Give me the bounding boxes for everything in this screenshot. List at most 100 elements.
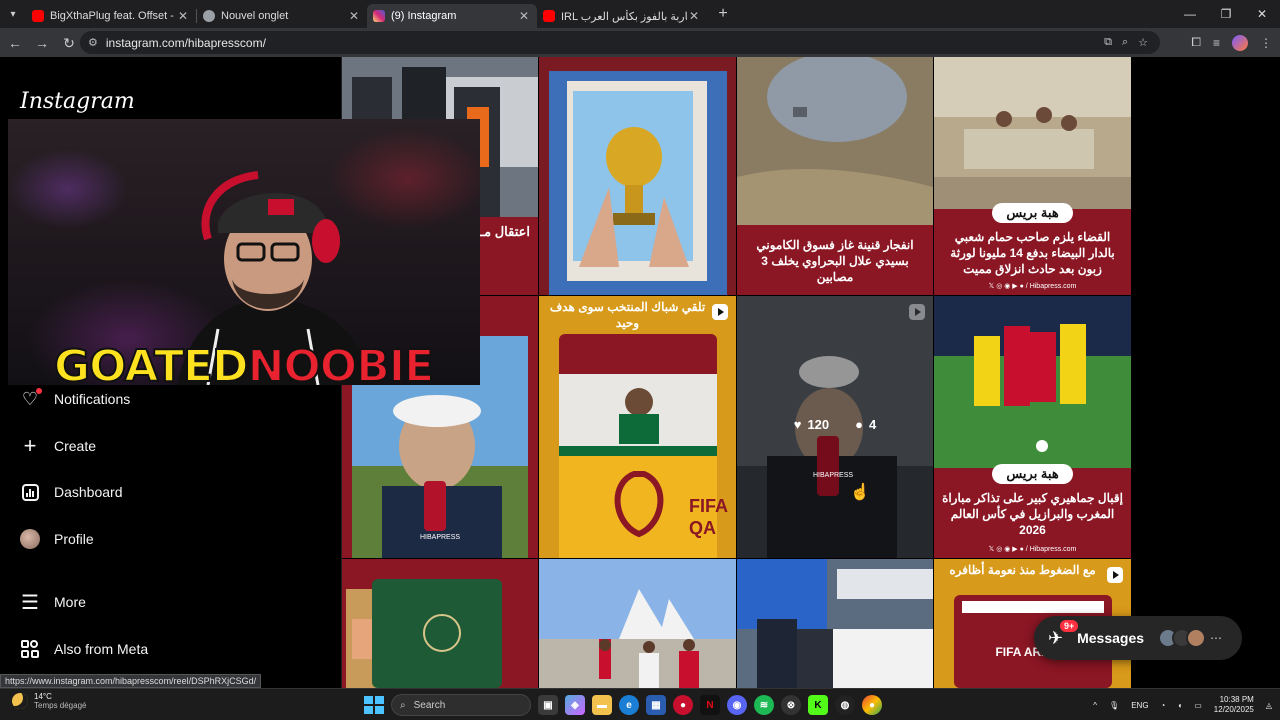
browser-tab-irl[interactable]: IRL ‫المغاربة بالفوز بكأس العرب ✕ [537,4,707,28]
windows-taskbar: 14°C Temps dégagé ⌕ Search ▣ ◈ ▬ e ▦ ● N … [0,688,1280,720]
hibapress-logo: هبة بريس [992,464,1073,484]
chrome-taskbar-icon[interactable]: ● [862,695,882,715]
social-handles: 𝕏 ◎ ◉ ▶ ● / Hibapress.com [988,283,1077,290]
post-tile[interactable] [737,559,933,688]
app-icon-red[interactable]: ● [673,695,693,715]
battery-icon[interactable]: ▭ [1194,701,1202,710]
copilot-icon[interactable]: ◈ [565,695,585,715]
comment-bubble-icon: ● [855,417,864,432]
close-tab-icon[interactable]: ✕ [687,9,701,23]
minimize-icon[interactable]: — [1172,0,1208,28]
menu-kebab-icon[interactable]: ⋮ [1260,36,1272,50]
bookmark-star-icon[interactable]: ☆ [1138,36,1148,49]
window-controls: — ❐ ✕ [1172,0,1280,28]
post-tile[interactable]: انفجار قنينة غاز فسوق الكاموني بسيدي علا… [737,57,933,295]
avatar [1186,628,1207,648]
discord-icon[interactable]: ◉ [727,695,747,715]
network-icon[interactable]: ◔ [1161,701,1166,710]
nav-label: Profile [54,531,94,547]
fifa-wordmark: FIFA [689,496,728,516]
site-info-icon[interactable]: ⚙ [88,36,98,49]
post-tile[interactable]: هبة بريس القضاء يلزم صاحب حمام شعبي بالد… [934,57,1131,295]
microphone-icon[interactable]: 🎙 [1109,701,1119,710]
youtube-icon [543,10,555,22]
gas-bottle-image [737,57,933,225]
tray-chevron-icon[interactable]: ^ [1093,701,1097,710]
nav-dashboard[interactable]: Dashboard [20,477,123,507]
trophy-mural-image [539,57,736,295]
tab-title: BigXthaPlug feat. Offset - Clima [50,10,176,22]
goatednoobie-logo: GOATEDNOOBIE [53,344,435,390]
nav-profile[interactable]: Profile [20,524,94,554]
close-tab-icon[interactable]: ✕ [347,9,361,23]
post-tile[interactable] [342,559,538,688]
store-icon[interactable]: ▦ [646,695,666,715]
browser-tab-new[interactable]: Nouvel onglet ✕ [197,4,367,28]
nav-create[interactable]: + Create [20,431,96,461]
xbox-icon[interactable]: ⊗ [781,695,801,715]
reel-icon [712,304,728,320]
edge-icon[interactable]: e [619,695,639,715]
system-tray: ^ 🎙 ENG ◔ ◖ ▭ 10:38 PM 12/20/2025 ◬ [1093,691,1272,719]
task-view-icon[interactable]: ▣ [538,695,558,715]
post-caption: انفجار قنينة غاز فسوق الكاموني بسيدي علا… [737,225,933,295]
address-bar[interactable]: ⚙ instagram.com/hibapresscom/ ⧉ ⌕ ☆ [80,31,1160,54]
reading-list-icon[interactable]: ≡ [1213,36,1220,50]
nav-also-from-meta[interactable]: Also from Meta [20,634,148,664]
hamburger-menu-icon: ☰ [21,591,39,614]
browser-tab-youtube[interactable]: BigXthaPlug feat. Offset - Clima ✕ [26,4,196,28]
social-handles: 𝕏 ◎ ◉ ▶ ● / Hibapress.com [988,546,1077,553]
clock[interactable]: 10:38 PM 12/20/2025 [1214,695,1254,716]
post-tile-hovered[interactable]: ♥ 120 ● 4 HIBAPRESS [737,296,933,558]
spotify-icon[interactable]: ≋ [754,695,774,715]
messages-button[interactable]: ✈ 9+ Messages ⋯ [1034,616,1242,660]
more-dots-icon[interactable]: ⋯ [1210,631,1222,645]
close-window-icon[interactable]: ✕ [1244,0,1280,28]
post-tile[interactable]: تلقي شباك المنتخب سوى هدف وحيد FIFA QA [539,296,736,558]
likes-count: 120 [807,417,830,432]
mic-label: HIBAPRESS [420,534,461,541]
forward-arrow-icon[interactable]: → [30,31,54,55]
netflix-icon[interactable]: N [700,695,720,715]
mic-label: HIBAPRESS [813,472,854,479]
chrome-icon [203,10,215,22]
browser-tab-instagram[interactable]: (9) Instagram ✕ [367,4,537,28]
kick-icon[interactable]: K [808,695,828,715]
hammam-image [934,57,1131,209]
profile-avatar[interactable] [1232,34,1248,51]
post-tile[interactable] [539,57,736,295]
url-text[interactable]: instagram.com/hibapresscom/ [106,36,266,50]
back-arrow-icon[interactable]: ← [3,31,27,55]
tab-search-dropdown-icon[interactable]: ▾ [0,0,26,28]
extension-area: ⧠ ≡ ⋮ [1191,31,1272,54]
file-explorer-icon[interactable]: ▬ [592,695,612,715]
taskbar-apps: ⌕ Search ▣ ◈ ▬ e ▦ ● N ◉ ≋ ⊗ K ◍ ● [362,691,882,719]
instagram-logo[interactable]: Instagram [20,89,135,114]
qatar-wordmark: QA [689,518,716,538]
hibapress-logo: هبة بريس [992,203,1073,223]
post-tile[interactable] [539,559,736,688]
nav-label: Create [54,438,97,454]
reload-icon[interactable]: ↻ [57,31,81,55]
close-tab-icon[interactable]: ✕ [517,9,531,23]
instagram-page: Instagram ♡ Notifications + Create Dashb… [0,57,1280,688]
extensions-icon[interactable]: ⧠ [1191,35,1201,50]
zoom-icon[interactable]: ⌕ [1122,36,1128,49]
windows-start-icon[interactable] [362,694,384,716]
notification-bell-icon[interactable]: ◬ [1266,701,1272,710]
taskbar-search[interactable]: ⌕ Search [391,694,531,716]
close-tab-icon[interactable]: ✕ [176,9,190,23]
language-indicator[interactable]: ENG [1131,701,1148,710]
new-tab-button[interactable]: + [711,5,735,23]
weather-widget[interactable]: 14°C Temps dégagé [12,692,86,710]
restore-icon[interactable]: ❐ [1208,0,1244,28]
volume-icon[interactable]: ◖ [1177,701,1182,710]
brand-part-2: NOOBIE [247,341,436,392]
obs-icon[interactable]: ◍ [835,695,855,715]
install-app-icon[interactable]: ⧉ [1104,36,1112,49]
plus-icon: + [23,433,37,458]
tab-title: IRL ‫المغاربة بالفوز بكأس العرب [561,10,687,23]
nav-more[interactable]: ☰ More [20,587,86,617]
meta-apps-icon [20,639,40,659]
post-tile[interactable]: هبة بريس إقبال جماهيري كبير على تذاكر مب… [934,296,1131,558]
